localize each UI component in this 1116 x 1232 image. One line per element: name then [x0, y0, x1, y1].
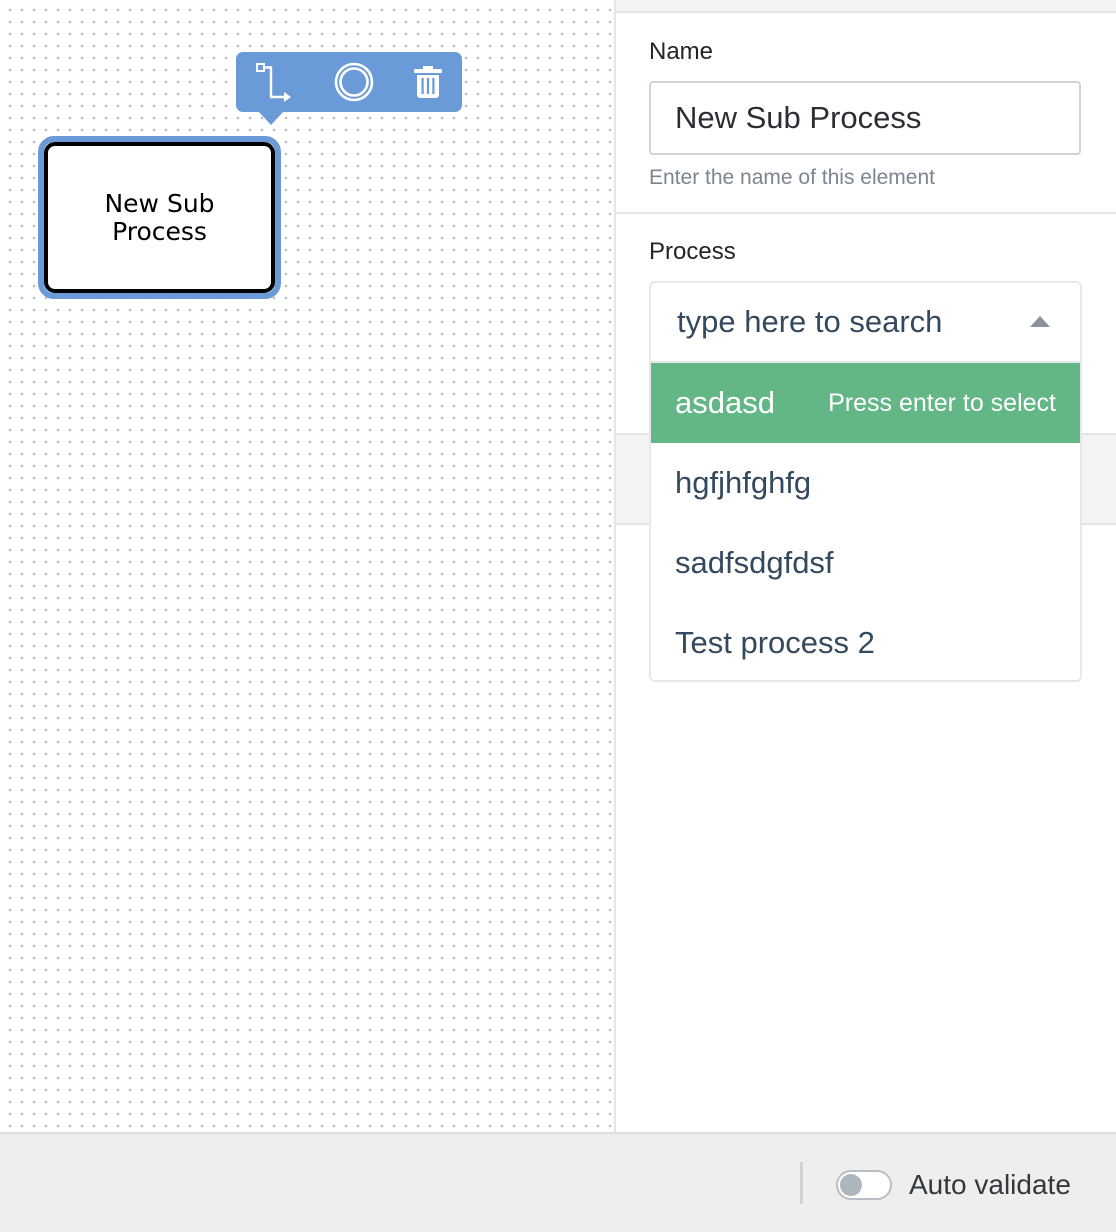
process-option[interactable]: asdasd Press enter to select: [651, 363, 1080, 443]
process-options-list: asdasd Press enter to select hgfjhfghfg …: [651, 361, 1080, 680]
connect-icon[interactable]: [252, 60, 296, 104]
status-bar: Auto validate: [0, 1132, 1116, 1232]
process-label: Process: [649, 238, 736, 265]
auto-validate-toggle[interactable]: [836, 1170, 892, 1200]
toggle-knob: [840, 1174, 862, 1196]
name-label: Name: [649, 38, 714, 65]
panel-top-band: [616, 0, 1116, 13]
name-input[interactable]: [649, 81, 1081, 155]
process-option[interactable]: Test process 2: [651, 603, 1080, 680]
trash-icon[interactable]: [406, 60, 450, 104]
process-option[interactable]: sadfsdgfdsf: [651, 523, 1080, 603]
task-label: New Sub Process: [104, 188, 215, 246]
auto-validate-label: Auto validate: [909, 1169, 1071, 1200]
footer-separator: [800, 1162, 803, 1204]
name-help-text: Enter the name of this element: [649, 166, 935, 189]
section-divider: [616, 212, 1116, 214]
diagram-canvas[interactable]: New Sub Process: [0, 0, 614, 1132]
inspector-panel: Name Enter the name of this element Proc…: [616, 0, 1116, 1132]
select-hint: Press enter to select: [828, 388, 1056, 417]
boundary-event-icon[interactable]: [332, 60, 376, 104]
subprocess-task[interactable]: New Sub Process: [44, 142, 275, 293]
context-pad: [236, 52, 462, 125]
context-pad-pointer: [258, 111, 284, 125]
caret-up-icon[interactable]: [1030, 316, 1050, 327]
process-select[interactable]: asdasd Press enter to select hgfjhfghfg …: [649, 281, 1082, 682]
process-search-input[interactable]: [651, 283, 1080, 361]
process-option[interactable]: hgfjhfghfg: [651, 443, 1080, 523]
